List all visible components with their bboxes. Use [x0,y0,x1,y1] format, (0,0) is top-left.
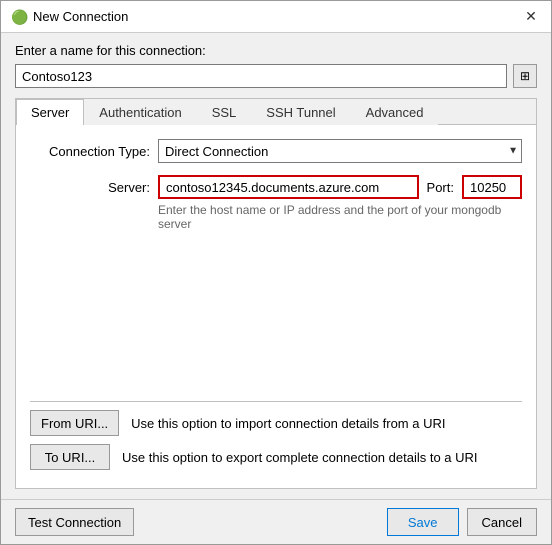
connection-type-label: Connection Type: [30,144,150,159]
test-connection-button[interactable]: Test Connection [15,508,134,536]
tab-ssl[interactable]: SSL [197,99,252,125]
spacer [30,243,522,393]
tabs-panel: Server Authentication SSL SSH Tunnel Adv… [15,98,537,489]
to-uri-desc: Use this option to export complete conne… [122,450,478,465]
connection-name-row: ⊞ [15,64,537,88]
footer: Test Connection Save Cancel [1,499,551,544]
tab-advanced[interactable]: Advanced [351,99,439,125]
grid-icon: ⊞ [520,69,530,83]
app-icon: 🟢 [11,9,27,25]
port-label: Port: [427,180,454,195]
server-label: Server: [30,180,150,195]
tab-server[interactable]: Server [16,99,84,125]
save-button[interactable]: Save [387,508,459,536]
cancel-button[interactable]: Cancel [467,508,537,536]
divider [30,401,522,402]
to-uri-row: To URI... Use this option to export comp… [30,444,522,470]
from-uri-desc: Use this option to import connection det… [131,416,445,431]
connection-name-label: Enter a name for this connection: [15,43,537,58]
new-connection-dialog: 🟢 New Connection ✕ Enter a name for this… [0,0,552,545]
server-input-wrapper [158,175,419,199]
server-tab-content: Connection Type: Direct Connection Repli… [16,125,536,488]
server-row: Server: Port: [30,175,522,199]
connection-type-row: Connection Type: Direct Connection Repli… [30,139,522,163]
dialog-title: New Connection [33,9,128,24]
tab-ssh-tunnel[interactable]: SSH Tunnel [251,99,350,125]
from-uri-row: From URI... Use this option to import co… [30,410,522,436]
tab-authentication[interactable]: Authentication [84,99,196,125]
from-uri-button[interactable]: From URI... [30,410,119,436]
favicon-picker-button[interactable]: ⊞ [513,64,537,88]
port-input[interactable] [462,175,522,199]
connection-type-wrapper: Direct Connection Replica Set / Sharded … [158,139,522,163]
title-bar: 🟢 New Connection ✕ [1,1,551,33]
tabs-header: Server Authentication SSL SSH Tunnel Adv… [16,99,536,125]
server-input[interactable] [158,175,419,199]
connection-name-input[interactable] [15,64,507,88]
title-bar-left: 🟢 New Connection [11,9,128,25]
close-button[interactable]: ✕ [521,7,541,27]
to-uri-button[interactable]: To URI... [30,444,110,470]
server-hint-text: Enter the host name or IP address and th… [158,203,522,231]
dialog-body: Enter a name for this connection: ⊞ Serv… [1,33,551,499]
connection-type-select[interactable]: Direct Connection Replica Set / Sharded … [158,139,522,163]
footer-right: Save Cancel [387,508,537,536]
